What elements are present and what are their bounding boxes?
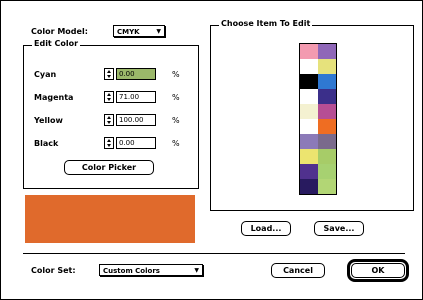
black-stepper[interactable]: [104, 137, 114, 149]
color-settings-dialog: Color Model: CMYK ▼ Edit Color Cyan 0.00…: [0, 0, 423, 300]
color-preview: [25, 195, 195, 243]
color-picker-button[interactable]: Color Picker: [64, 160, 154, 175]
save-button[interactable]: Save...: [314, 221, 364, 236]
choose-item-title: Choose Item To Edit: [219, 19, 313, 28]
color-swatch[interactable]: [300, 164, 318, 179]
divider: [23, 253, 405, 254]
edit-color-group: Edit Color Cyan 0.00 % Magenta 71.00 % Y…: [23, 39, 199, 189]
cancel-button[interactable]: Cancel: [271, 263, 325, 278]
yellow-label: Yellow: [34, 116, 63, 125]
color-model-value: CMYK: [117, 28, 140, 36]
color-swatch[interactable]: [318, 104, 336, 119]
color-model-label: Color Model:: [31, 27, 88, 36]
color-set-label: Color Set:: [31, 266, 76, 275]
color-swatch[interactable]: [318, 74, 336, 89]
chevron-down-icon: ▼: [156, 28, 161, 35]
magenta-field[interactable]: 71.00: [116, 91, 156, 103]
color-swatch-grid: [299, 43, 337, 195]
cyan-label: Cyan: [34, 70, 57, 79]
color-swatch[interactable]: [318, 59, 336, 74]
color-swatch[interactable]: [300, 44, 318, 59]
color-swatch[interactable]: [318, 149, 336, 164]
load-button[interactable]: Load...: [241, 221, 291, 236]
color-swatch[interactable]: [300, 119, 318, 134]
color-swatch[interactable]: [300, 89, 318, 104]
color-swatch[interactable]: [318, 44, 336, 59]
color-swatch[interactable]: [318, 119, 336, 134]
chevron-down-icon: ▼: [194, 267, 199, 274]
color-swatch[interactable]: [318, 89, 336, 104]
color-set-popup[interactable]: Custom Colors ▼: [99, 264, 203, 276]
yellow-stepper[interactable]: [104, 114, 114, 126]
ok-button[interactable]: OK: [351, 263, 405, 278]
color-swatch[interactable]: [300, 104, 318, 119]
color-swatch[interactable]: [300, 179, 318, 194]
cyan-unit: %: [172, 70, 180, 79]
edit-color-title: Edit Color: [32, 39, 81, 48]
magenta-stepper[interactable]: [104, 91, 114, 103]
color-swatch[interactable]: [300, 74, 318, 89]
black-field[interactable]: 0.00: [116, 137, 156, 149]
color-swatch[interactable]: [318, 164, 336, 179]
yellow-unit: %: [172, 116, 180, 125]
yellow-field[interactable]: 100.00: [116, 114, 156, 126]
black-unit: %: [172, 139, 180, 148]
color-swatch[interactable]: [300, 149, 318, 164]
cyan-field[interactable]: 0.00: [116, 68, 156, 80]
color-swatch[interactable]: [300, 134, 318, 149]
color-swatch[interactable]: [300, 59, 318, 74]
color-swatch[interactable]: [318, 134, 336, 149]
black-label: Black: [34, 139, 59, 148]
cyan-stepper[interactable]: [104, 68, 114, 80]
color-set-value: Custom Colors: [103, 267, 160, 275]
color-swatch[interactable]: [318, 179, 336, 194]
magenta-unit: %: [172, 93, 180, 102]
magenta-label: Magenta: [34, 93, 74, 102]
color-model-popup[interactable]: CMYK ▼: [113, 25, 165, 37]
